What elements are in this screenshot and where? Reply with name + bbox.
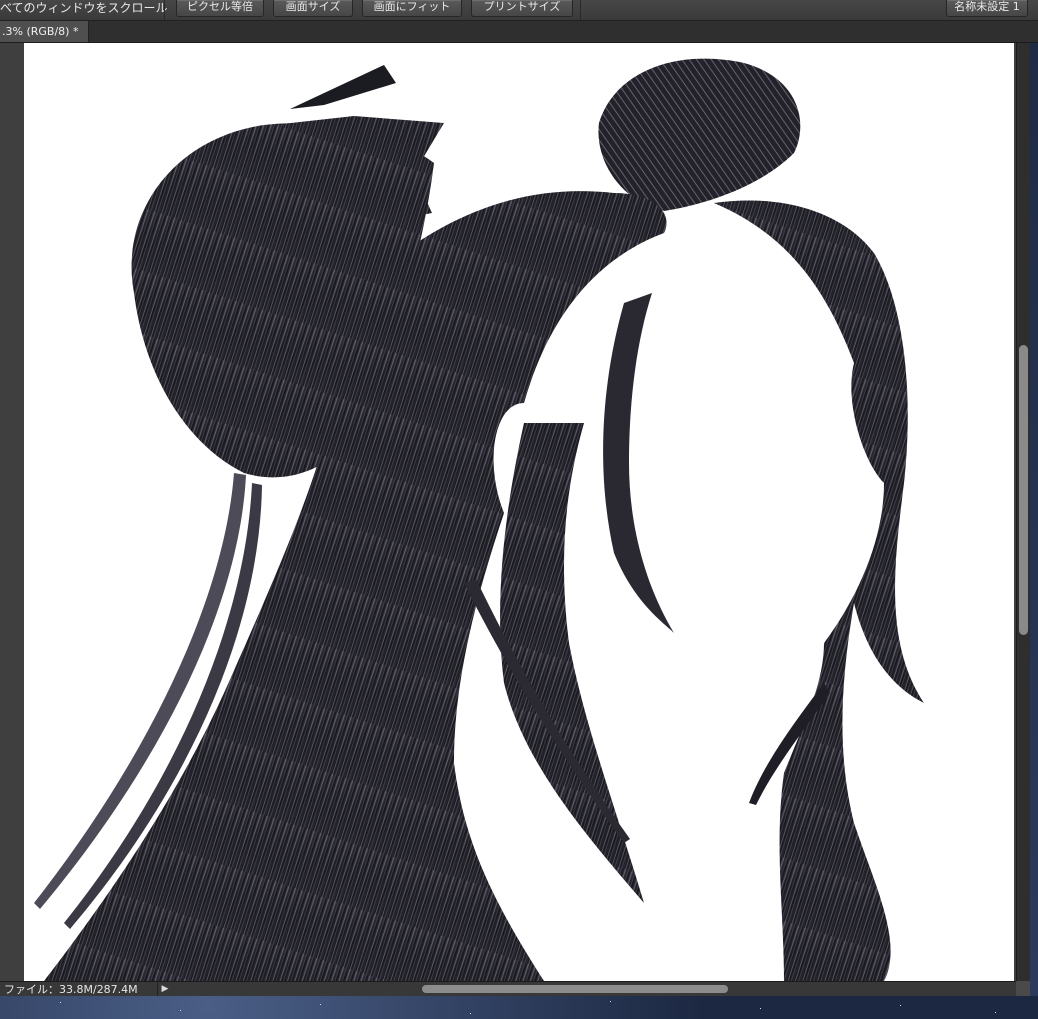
document-workspace[interactable] xyxy=(0,43,1016,981)
document-tab-title: .3% (RGB/8) * xyxy=(2,25,79,38)
hair-artwork xyxy=(34,58,924,981)
star xyxy=(180,1010,181,1011)
star xyxy=(760,1008,761,1009)
star xyxy=(900,1005,901,1006)
top-bun xyxy=(598,58,801,211)
status-bar: ファイル：33.8M/287.4M ▶ xyxy=(0,981,1016,997)
star xyxy=(60,1002,61,1003)
status-menu-arrow-icon[interactable]: ▶ xyxy=(157,982,172,997)
desktop-background xyxy=(1030,43,1038,996)
actual-pixels-button[interactable]: ピクセル等倍 xyxy=(176,0,264,17)
print-size-button[interactable]: プリントサイズ xyxy=(471,0,573,17)
horizontal-scroll-thumb[interactable] xyxy=(422,985,728,993)
file-size-info: ファイル：33.8M/287.4M xyxy=(4,983,138,996)
hair-shard xyxy=(290,65,396,109)
scroll-all-windows-label[interactable]: べてのウィンドウをスクロール xyxy=(0,0,168,20)
star xyxy=(320,1004,321,1005)
right-hair xyxy=(714,200,924,981)
workspace-switcher[interactable]: 名称未設定 1 xyxy=(946,0,1028,17)
document-tab-bar: .3% (RGB/8) * xyxy=(0,21,1038,43)
star xyxy=(470,1013,471,1014)
star xyxy=(610,1001,611,1002)
star xyxy=(995,1012,996,1013)
fit-screen-button[interactable]: 画面サイズ xyxy=(273,0,353,17)
options-bar: べてのウィンドウをスクロール ピクセル等倍 画面サイズ 画面にフィット プリント… xyxy=(0,0,1038,21)
separator xyxy=(164,0,165,20)
vertical-scrollbar[interactable] xyxy=(1016,43,1031,981)
vertical-scroll-thumb[interactable] xyxy=(1019,345,1028,635)
canvas[interactable] xyxy=(24,43,1014,981)
desktop-background xyxy=(0,996,1038,1019)
document-tab[interactable]: .3% (RGB/8) * xyxy=(0,21,89,42)
separator xyxy=(580,0,581,20)
fill-screen-button[interactable]: 画面にフィット xyxy=(362,0,462,17)
horizontal-scrollbar[interactable] xyxy=(174,984,1012,995)
hair-wisp xyxy=(603,293,674,633)
